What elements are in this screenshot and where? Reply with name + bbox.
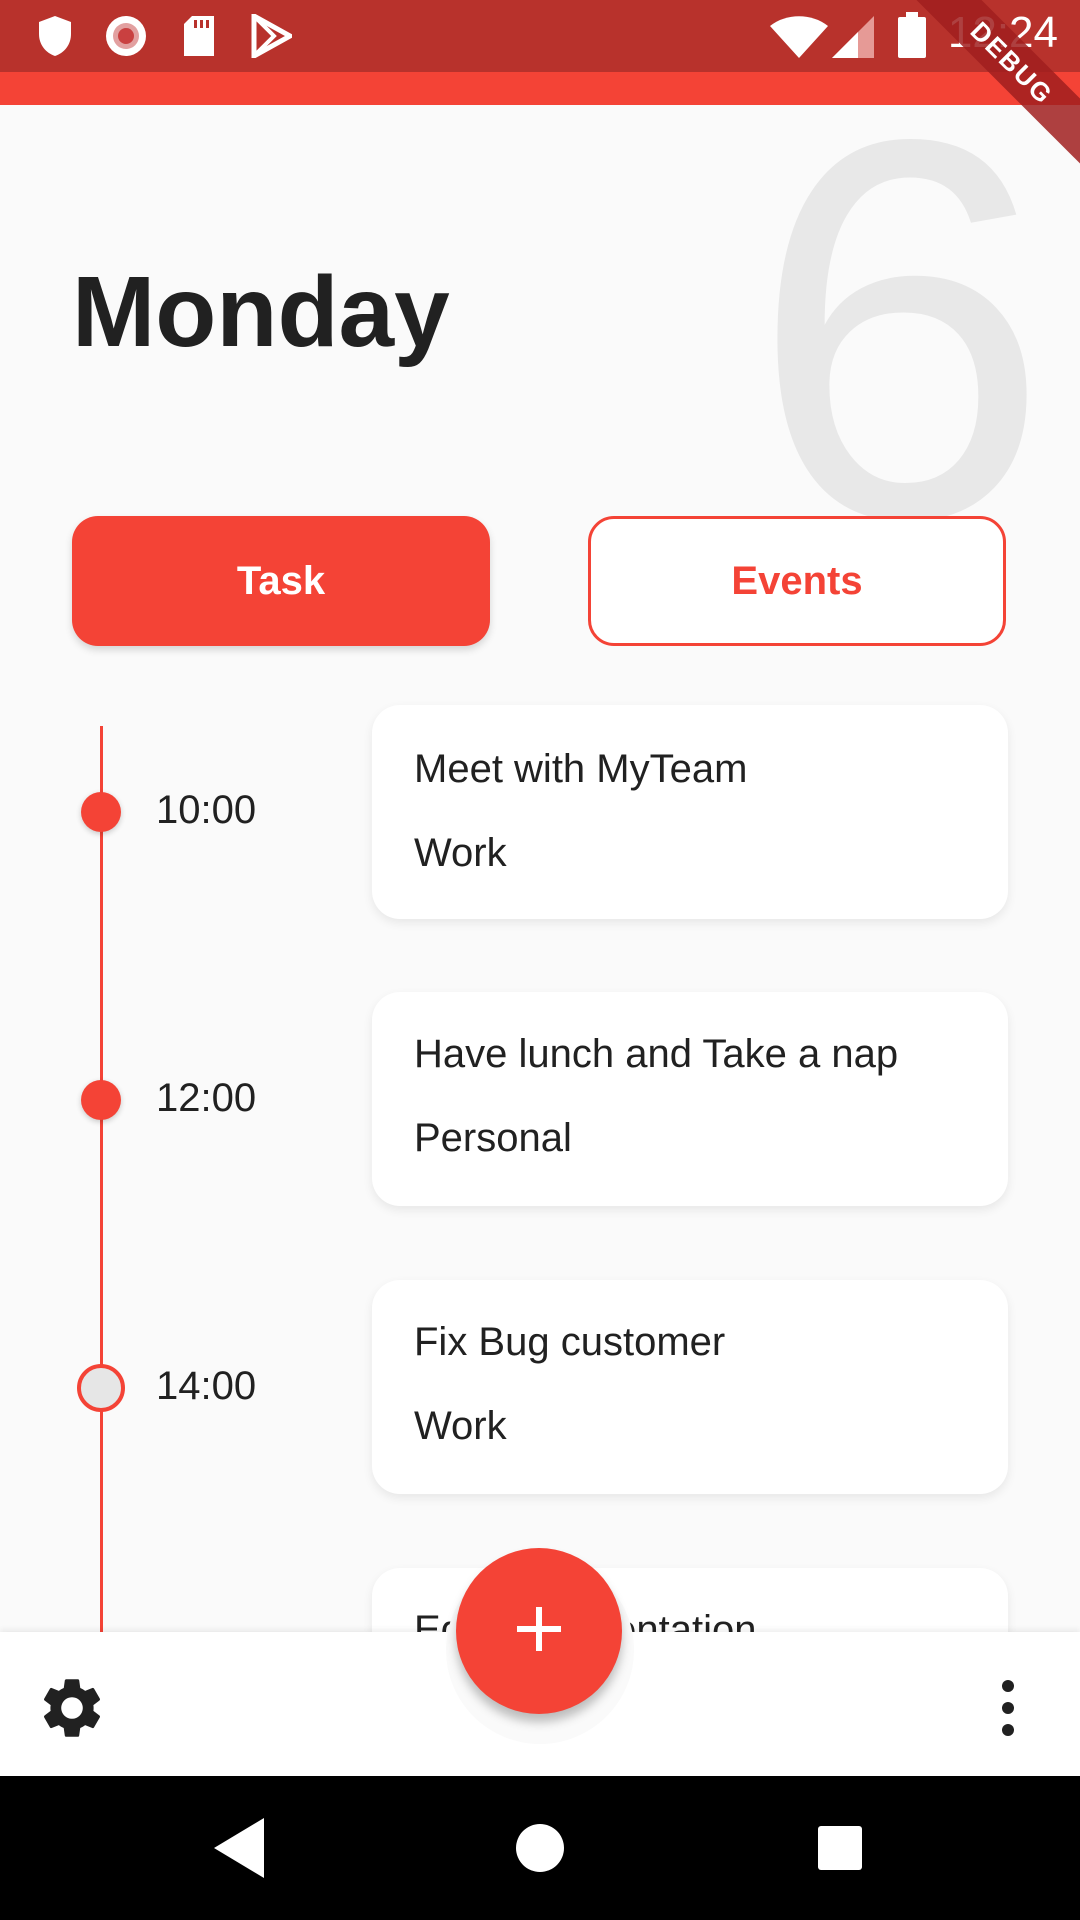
task-button[interactable]: Task (72, 516, 490, 646)
shield-icon (36, 14, 74, 63)
add-task-button[interactable] (456, 1548, 622, 1714)
task-category: Personal (414, 1116, 572, 1160)
task-card[interactable]: Have lunch and Take a nap Personal (372, 992, 1008, 1206)
events-button[interactable]: Events (588, 516, 1006, 646)
task-card[interactable]: Fix Bug customer Work (372, 1280, 1008, 1494)
system-nav-bar (0, 1776, 1080, 1920)
timeline-time: 14:00 (156, 1364, 257, 1408)
task-card[interactable]: Meet with MyTeam Work (372, 705, 1008, 919)
task-category: Work (414, 1404, 507, 1448)
page-title: Monday (72, 256, 450, 368)
more-vert-icon[interactable] (984, 1672, 1032, 1744)
timeline-dot-pending (77, 1364, 125, 1412)
task-title: Have lunch and Take a nap (414, 1032, 899, 1076)
task-title: Meet with MyTeam (414, 747, 748, 791)
timeline-line (100, 726, 103, 1633)
sd-card-icon (180, 14, 218, 63)
timeline-time: 10:00 (156, 788, 257, 832)
timeline-time: 12:00 (156, 1076, 257, 1120)
record-icon (104, 14, 148, 63)
recents-icon[interactable] (804, 1812, 876, 1884)
back-icon[interactable] (204, 1812, 276, 1884)
add-icon (515, 1605, 563, 1658)
task-category: Work (414, 831, 507, 875)
home-icon[interactable] (504, 1812, 576, 1884)
timeline-dot-done (81, 1080, 121, 1120)
settings-icon[interactable] (36, 1672, 108, 1744)
play-store-icon (250, 11, 296, 63)
task-title: Fix Bug customer (414, 1320, 726, 1364)
timeline-dot-done (81, 792, 121, 832)
